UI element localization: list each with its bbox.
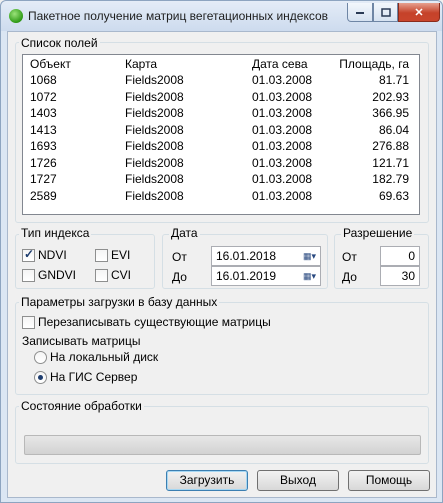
app-globe-icon: [9, 9, 23, 23]
overwrite-label[interactable]: Перезаписывать существующие матрицы: [38, 315, 271, 329]
calendar-dropdown-icon[interactable]: ▦▾: [300, 269, 319, 283]
date-to-value: 16.01.2019: [216, 269, 277, 283]
table-row[interactable]: 1068 Fields2008 01.03.2008 81.71: [23, 73, 419, 89]
close-button[interactable]: ✕: [398, 3, 440, 22]
index-type-group: [15, 234, 155, 289]
resolution-from-input[interactable]: 0: [380, 246, 420, 266]
cell-map: Fields2008: [125, 155, 184, 170]
cvi-label[interactable]: CVI: [111, 268, 131, 282]
cell-area: 202.93: [372, 89, 409, 104]
date-to-picker[interactable]: 16.01.2019 ▦▾: [211, 266, 321, 286]
cell-sowing-date: 01.03.2008: [252, 172, 313, 186]
close-icon: ✕: [414, 6, 424, 19]
evi-checkbox[interactable]: [95, 249, 108, 262]
cell-map: Fields2008: [125, 73, 184, 87]
table-row[interactable]: 1072 Fields2008 01.03.2008 202.93: [23, 90, 419, 106]
cell-sowing-date: 01.03.2008: [252, 122, 313, 137]
table-row[interactable]: 1693 Fields2008 01.03.2008 276.88: [23, 139, 419, 155]
cell-map: Fields2008: [125, 139, 184, 153]
cell-object: 1413: [30, 122, 57, 137]
cell-object: 1727: [30, 172, 57, 186]
resolution-group-title: Разрешение: [341, 226, 415, 240]
maximize-icon: [380, 7, 391, 17]
dialog-window: Пакетное получение матриц вегетационных …: [0, 0, 443, 503]
table-row[interactable]: 1727 Fields2008 01.03.2008 182.79: [23, 172, 419, 188]
date-from-picker[interactable]: 16.01.2018 ▦▾: [211, 246, 321, 266]
fields-list-group-title: Список полей: [19, 36, 100, 50]
resolution-from-label: От: [342, 250, 357, 264]
column-header-object[interactable]: Объект: [30, 57, 71, 71]
cell-map: Fields2008: [125, 188, 184, 203]
cell-area: 86.04: [378, 122, 409, 137]
processing-progress-bar: [24, 435, 421, 455]
cell-area: 69.63: [378, 188, 409, 203]
minimize-icon: [356, 12, 364, 14]
date-group-title: Дата: [169, 226, 200, 240]
cell-object: 2589: [30, 188, 57, 203]
table-row[interactable]: 1726 Fields2008 01.03.2008 121.71: [23, 156, 419, 172]
cvi-checkbox[interactable]: [95, 269, 108, 282]
local-disk-radio[interactable]: [34, 351, 47, 364]
gis-server-label[interactable]: На ГИС Сервер: [50, 370, 137, 384]
ndvi-label[interactable]: NDVI: [38, 248, 67, 262]
date-from-value: 16.01.2018: [216, 249, 277, 263]
processing-group-title: Состояние обработки: [19, 399, 144, 413]
maximize-button[interactable]: [373, 3, 398, 22]
checkmark-icon: ✓: [24, 247, 35, 261]
cell-area: 182.79: [372, 172, 409, 186]
date-to-label: До: [172, 270, 187, 284]
cell-area: 366.95: [372, 106, 409, 120]
gis-server-radio[interactable]: [34, 371, 47, 384]
db-params-group-title: Параметры загрузки в базу данных: [19, 295, 220, 309]
cell-map: Fields2008: [125, 106, 184, 120]
column-header-sowing-date[interactable]: Дата сева: [252, 57, 308, 71]
title-bar[interactable]: Пакетное получение матриц вегетационных …: [1, 1, 442, 31]
gndvi-checkbox[interactable]: [22, 269, 35, 282]
write-matrices-label: Записывать матрицы: [22, 334, 141, 348]
cell-object: 1072: [30, 89, 57, 104]
column-header-area[interactable]: Площадь, га: [339, 57, 409, 71]
cell-object: 1403: [30, 106, 57, 120]
help-button[interactable]: Помощь: [348, 470, 430, 491]
cell-area: 121.71: [372, 155, 409, 170]
evi-label[interactable]: EVI: [111, 248, 130, 262]
cell-map: Fields2008: [125, 172, 184, 186]
cell-object: 1693: [30, 139, 57, 153]
cell-area: 81.71: [378, 73, 409, 87]
cell-object: 1726: [30, 155, 57, 170]
cell-map: Fields2008: [125, 89, 184, 104]
cell-sowing-date: 01.03.2008: [252, 188, 313, 203]
ndvi-checkbox[interactable]: ✓: [22, 247, 35, 262]
cell-sowing-date: 01.03.2008: [252, 155, 313, 170]
table-header: Объект Карта Дата сева Площадь, га: [23, 57, 419, 73]
cell-area: 276.88: [372, 139, 409, 153]
cell-sowing-date: 01.03.2008: [252, 73, 313, 87]
cell-sowing-date: 01.03.2008: [252, 89, 313, 104]
resolution-to-label: До: [342, 270, 357, 284]
calendar-dropdown-icon[interactable]: ▦▾: [300, 249, 319, 263]
local-disk-label[interactable]: На локальный диск: [50, 350, 158, 364]
cell-object: 1068: [30, 73, 57, 87]
cell-sowing-date: 01.03.2008: [252, 106, 313, 120]
exit-button[interactable]: Выход: [257, 470, 339, 491]
index-type-group-title: Тип индекса: [19, 226, 92, 240]
overwrite-checkbox[interactable]: [22, 316, 35, 329]
table-row[interactable]: 1413 Fields2008 01.03.2008 86.04: [23, 123, 419, 139]
cell-sowing-date: 01.03.2008: [252, 139, 313, 153]
window-title: Пакетное получение матриц вегетационных …: [28, 9, 329, 23]
resolution-to-input[interactable]: 30: [380, 266, 420, 286]
fields-table[interactable]: Объект Карта Дата сева Площадь, га 1068 F…: [22, 54, 420, 215]
load-button[interactable]: Загрузить: [166, 470, 248, 491]
date-from-label: От: [172, 250, 187, 264]
table-row[interactable]: 1403 Fields2008 01.03.2008 366.95: [23, 106, 419, 122]
column-header-map[interactable]: Карта: [125, 57, 157, 71]
radio-selected-dot: [38, 375, 43, 380]
cell-map: Fields2008: [125, 122, 184, 137]
table-row[interactable]: 2589 Fields2008 01.03.2008 69.63: [23, 189, 419, 205]
gndvi-label[interactable]: GNDVI: [38, 268, 76, 282]
minimize-button[interactable]: [347, 3, 373, 22]
